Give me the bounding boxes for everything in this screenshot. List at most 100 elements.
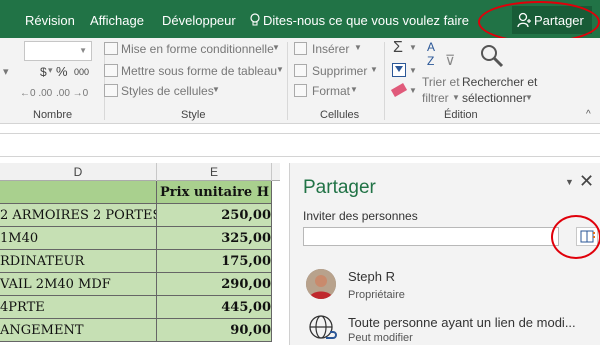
cell-d[interactable]: 4PRTE <box>0 296 157 319</box>
currency-symbol[interactable]: $ <box>40 65 47 79</box>
cell-f[interactable] <box>272 227 280 250</box>
chevron-down-icon: ▼ <box>409 86 417 95</box>
cell-d[interactable]: ANGEMENT <box>0 319 157 342</box>
format-icon <box>294 84 307 97</box>
chevron-down-icon: ▼ <box>452 93 460 102</box>
cell-e[interactable]: 250,00 <box>157 204 272 227</box>
format-as-table-button[interactable]: Mettre sous forme de tableau <box>121 64 277 78</box>
thousands-separator-button[interactable]: 000 <box>74 67 89 77</box>
autosum-icon[interactable]: Σ <box>393 39 403 57</box>
collapse-ribbon-icon[interactable]: ^ <box>586 109 591 120</box>
number-format-dropdown[interactable]: ▼ <box>24 41 92 61</box>
link-permission-name[interactable]: Toute personne ayant un lien de modi... <box>348 315 576 330</box>
sort-filter-line2[interactable]: filtrer <box>422 91 449 105</box>
chevron-down-icon: ▼ <box>370 65 378 74</box>
chevron-down-icon: ▼ <box>212 85 220 94</box>
column-header-d[interactable]: D <box>0 163 157 181</box>
decrease-decimal-icon[interactable]: .00 →0 <box>56 88 88 99</box>
tab-view[interactable]: Affichage <box>90 13 144 28</box>
cell-d-header[interactable] <box>0 181 157 204</box>
eraser-icon[interactable] <box>390 83 408 97</box>
avatar <box>306 269 336 299</box>
chevron-down-icon: ▼ <box>79 46 87 55</box>
tell-me-text: Dites-nous ce que vous voulez faire <box>263 13 469 28</box>
funnel-icon: ⊽ <box>445 52 456 68</box>
cell-f[interactable] <box>272 204 280 227</box>
increase-decimal-icon[interactable]: ←0 .00 <box>20 88 52 99</box>
invite-label: Inviter des personnes <box>303 209 418 223</box>
globe-link-icon <box>309 315 337 339</box>
invite-people-input[interactable] <box>303 227 559 246</box>
cell-f[interactable] <box>272 273 280 296</box>
conditional-formatting-icon <box>104 42 118 55</box>
group-label-cells: Cellules <box>320 109 360 121</box>
cell-e[interactable]: 290,00 <box>157 273 272 296</box>
column-headers: D E <box>0 163 280 181</box>
format-as-table-icon <box>104 64 118 77</box>
formula-bar[interactable] <box>0 133 600 157</box>
magnifier-icon <box>481 45 504 68</box>
table-row: Prix unitaire H <box>0 181 280 204</box>
tab-review[interactable]: Révision <box>25 13 75 28</box>
ribbon-divider <box>287 42 288 120</box>
sort-filter-line1[interactable]: Trier et <box>422 75 460 89</box>
group-label-style: Style <box>181 109 206 121</box>
currency-format-icon[interactable]: ▾ <box>3 65 9 78</box>
chevron-down-icon: ▼ <box>525 93 533 102</box>
format-button[interactable]: Format <box>312 84 350 98</box>
cell-e[interactable]: 445,00 <box>157 296 272 319</box>
group-label-editing: Édition <box>444 109 478 121</box>
table-row: VAIL 2M40 MDF 290,00 <box>0 273 280 296</box>
find-select-line1[interactable]: Rechercher et <box>462 75 537 89</box>
fill-down-icon[interactable] <box>392 63 406 77</box>
group-label-number: Nombre <box>33 109 73 121</box>
chevron-down-icon: ▼ <box>409 43 417 52</box>
sort-filter-icon: AZ <box>427 40 436 68</box>
close-icon[interactable]: ✕ <box>579 171 594 192</box>
cell-f[interactable] <box>272 181 280 204</box>
highlight-circle-share <box>478 1 600 43</box>
table-row: RDINATEUR 175,00 <box>0 250 280 273</box>
tab-developer[interactable]: Développeur <box>162 13 236 28</box>
delete-icon <box>294 64 307 77</box>
cell-f[interactable] <box>272 319 280 342</box>
table-row: 2 ARMOIRES 2 PORTES 250,00 <box>0 204 280 227</box>
column-header-e[interactable]: E <box>157 163 272 181</box>
menu-bar: Révision Affichage Développeur Dites-nou… <box>0 0 600 43</box>
chevron-down-icon: ▼ <box>272 43 280 52</box>
delete-button[interactable]: Supprimer <box>312 64 367 78</box>
table-row: 4PRTE 445,00 <box>0 296 280 319</box>
cell-e[interactable]: 325,00 <box>157 227 272 250</box>
person-role: Propriétaire <box>348 289 405 301</box>
person-name: Steph R <box>348 269 395 284</box>
lightbulb-icon <box>250 13 260 26</box>
ribbon: ▼ ▾ $ ▾ % 000 ←0 .00 .00 →0 Nombre Mise … <box>0 38 600 124</box>
cell-styles-button[interactable]: Styles de cellules <box>121 84 214 98</box>
chevron-down-icon: ▼ <box>354 43 362 52</box>
cell-e[interactable]: 90,00 <box>157 319 272 342</box>
conditional-formatting-button[interactable]: Mise en forme conditionnelle <box>121 42 274 56</box>
tell-me-box[interactable]: Dites-nous ce que vous voulez faire <box>250 13 469 28</box>
cell-styles-icon <box>104 84 118 97</box>
cell-d[interactable]: RDINATEUR <box>0 250 157 273</box>
link-permission-role: Peut modifier <box>348 332 413 344</box>
cell-d[interactable]: 1M40 <box>0 227 157 250</box>
cell-d[interactable]: VAIL 2M40 MDF <box>0 273 157 296</box>
cell-d[interactable]: 2 ARMOIRES 2 PORTES <box>0 204 157 227</box>
cell-e-header[interactable]: Prix unitaire H <box>157 181 272 204</box>
find-select-line2[interactable]: sélectionner <box>462 91 527 105</box>
pane-options-icon[interactable]: ▼ <box>565 177 574 187</box>
highlight-circle-address-book <box>551 215 600 259</box>
percent-format-button[interactable]: % <box>56 64 68 79</box>
cell-f[interactable] <box>272 250 280 273</box>
chevron-down-icon: ▾ <box>48 65 53 75</box>
cell-f[interactable] <box>272 296 280 319</box>
share-pane: Partager ▼ ✕ Inviter des personnes Steph… <box>289 163 600 345</box>
insert-button[interactable]: Insérer <box>312 42 349 56</box>
insert-icon <box>294 42 307 55</box>
cell-e[interactable]: 175,00 <box>157 250 272 273</box>
pane-title: Partager <box>303 177 376 198</box>
chevron-down-icon: ▼ <box>409 66 417 75</box>
spreadsheet-grid[interactable]: Prix unitaire H 2 ARMOIRES 2 PORTES 250,… <box>0 181 280 345</box>
chevron-down-icon: ▼ <box>350 85 358 94</box>
